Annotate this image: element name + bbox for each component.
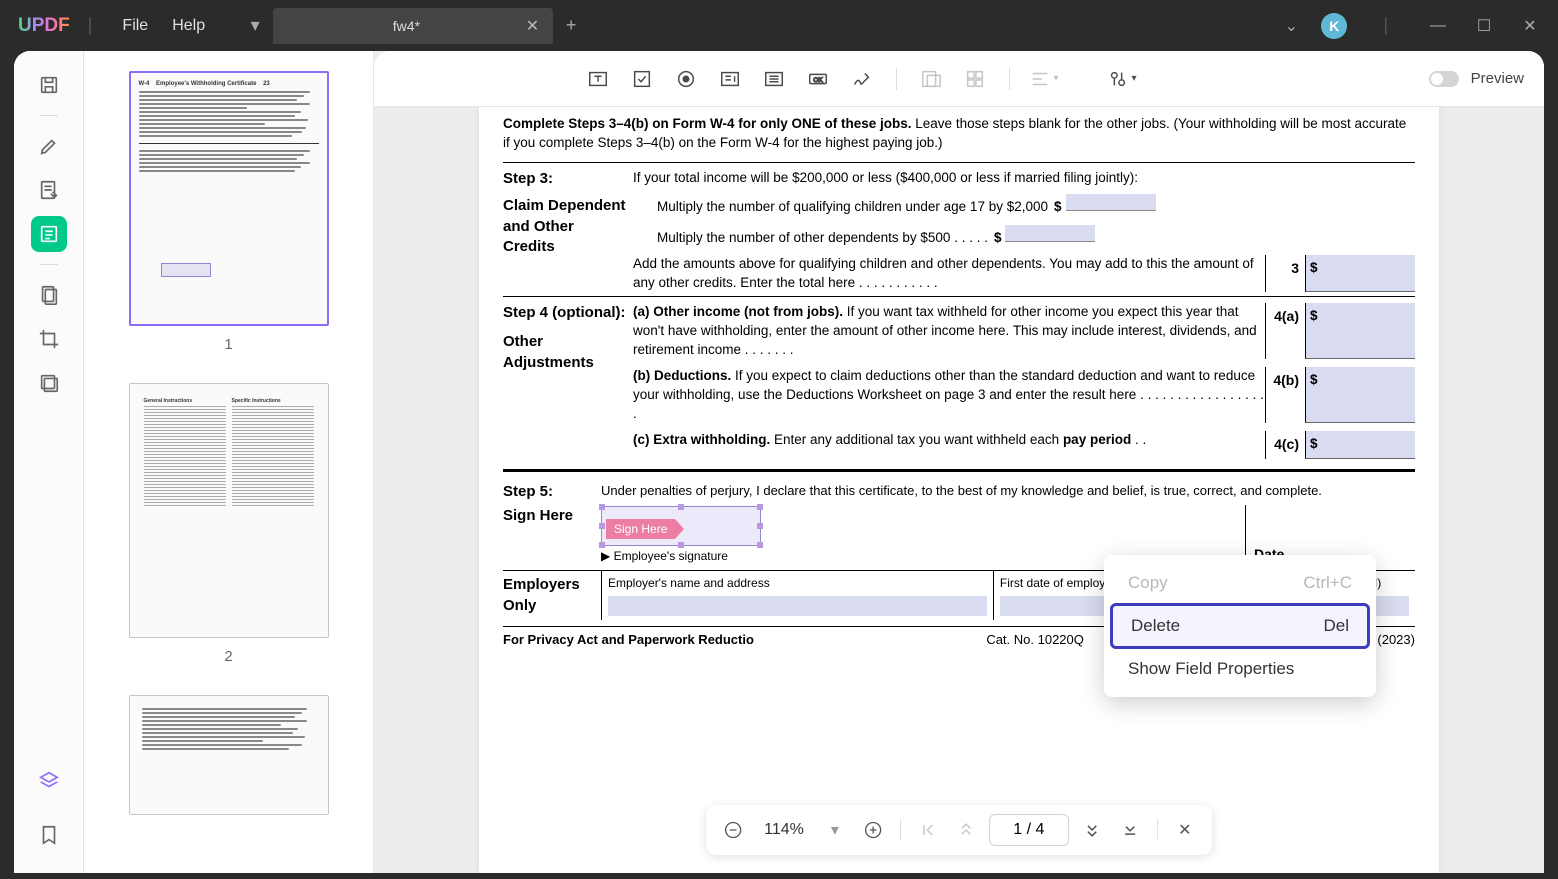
tab-dropdown-icon[interactable]: ▾: [237, 8, 273, 44]
preview-toggle[interactable]: [1429, 71, 1459, 87]
window-close-icon[interactable]: ✕: [1516, 12, 1544, 40]
zoom-dropdown-icon[interactable]: ▾: [820, 815, 850, 845]
menu-file[interactable]: File: [110, 11, 160, 41]
close-tab-icon[interactable]: ✕: [526, 16, 539, 36]
svg-text:OK: OK: [813, 76, 823, 83]
titlebar: UPDF | File Help ▾ fw4* ✕ + ⌄ K | — ☐ ✕: [0, 0, 1558, 51]
thumbnail-number: 1: [84, 336, 373, 353]
context-show-properties[interactable]: Show Field Properties: [1110, 649, 1370, 689]
menu-help[interactable]: Help: [160, 11, 217, 41]
document-page: Complete Steps 3–4(b) on Form W-4 for on…: [479, 107, 1439, 873]
edit-icon[interactable]: [31, 172, 67, 208]
align-icon: ▾: [1024, 59, 1064, 99]
form-field[interactable]: [1066, 194, 1156, 211]
zoom-out-icon[interactable]: [718, 815, 748, 845]
save-icon[interactable]: [31, 67, 67, 103]
preview-label: Preview: [1471, 70, 1524, 87]
close-nav-icon[interactable]: ✕: [1170, 815, 1200, 845]
zoom-level: 114%: [756, 821, 812, 839]
context-copy: CopyCtrl+C: [1110, 563, 1370, 603]
signature-icon[interactable]: [842, 59, 882, 99]
bookmark-icon[interactable]: [31, 817, 67, 853]
form-toolbar: OK ▾ ▾ Preview: [374, 51, 1544, 107]
context-menu: CopyCtrl+C DeleteDel Show Field Properti…: [1104, 555, 1376, 697]
document-tab[interactable]: fw4* ✕: [273, 8, 553, 44]
checkbox-icon[interactable]: [622, 59, 662, 99]
text-field-icon[interactable]: [578, 59, 618, 99]
new-tab-button[interactable]: +: [553, 8, 589, 44]
dropdown-icon[interactable]: [710, 59, 750, 99]
chevron-down-icon[interactable]: ⌄: [1279, 14, 1303, 38]
listbox-icon[interactable]: [754, 59, 794, 99]
divider: |: [88, 15, 93, 36]
app-logo: UPDF: [18, 15, 70, 37]
grid-icon: [955, 59, 995, 99]
layers-icon[interactable]: [31, 763, 67, 799]
user-avatar[interactable]: K: [1321, 13, 1347, 39]
highlight-icon[interactable]: [31, 128, 67, 164]
form-field[interactable]: [608, 596, 987, 616]
crop-icon[interactable]: [31, 321, 67, 357]
batch-icon[interactable]: [31, 365, 67, 401]
form-icon[interactable]: [31, 216, 67, 252]
tools-icon[interactable]: ▾: [1102, 59, 1142, 99]
page-input[interactable]: [989, 814, 1069, 846]
context-delete[interactable]: DeleteDel: [1110, 603, 1370, 649]
tab-title: fw4*: [287, 18, 526, 34]
form-field[interactable]: [1005, 225, 1095, 242]
thumbnail-page-2[interactable]: General Instructions Specific Instructio…: [129, 383, 329, 638]
divider: |: [1383, 15, 1388, 36]
sign-here-tag: Sign Here: [606, 519, 675, 540]
thumbnail-panel: W-4 Employee's Withholding Certificate 2…: [84, 51, 374, 873]
thumbnail-page-1[interactable]: W-4 Employee's Withholding Certificate 2…: [129, 71, 329, 326]
signature-field[interactable]: Sign Here: [601, 506, 761, 546]
first-page-icon: [913, 815, 943, 845]
left-sidebar: [14, 51, 84, 873]
template-icon: [911, 59, 951, 99]
thumbnail-page-3[interactable]: [129, 695, 329, 815]
radio-icon[interactable]: [666, 59, 706, 99]
zoom-in-icon[interactable]: [858, 815, 888, 845]
thumbnail-number: 2: [84, 648, 373, 665]
window-maximize-icon[interactable]: ☐: [1470, 12, 1498, 40]
next-page-icon[interactable]: [1077, 815, 1107, 845]
last-page-icon[interactable]: [1115, 815, 1145, 845]
page-tools-icon[interactable]: [31, 277, 67, 313]
button-icon[interactable]: OK: [798, 59, 838, 99]
prev-page-icon: [951, 815, 981, 845]
window-minimize-icon[interactable]: —: [1424, 12, 1452, 40]
page-navigation: 114% ▾ ✕: [706, 805, 1212, 855]
